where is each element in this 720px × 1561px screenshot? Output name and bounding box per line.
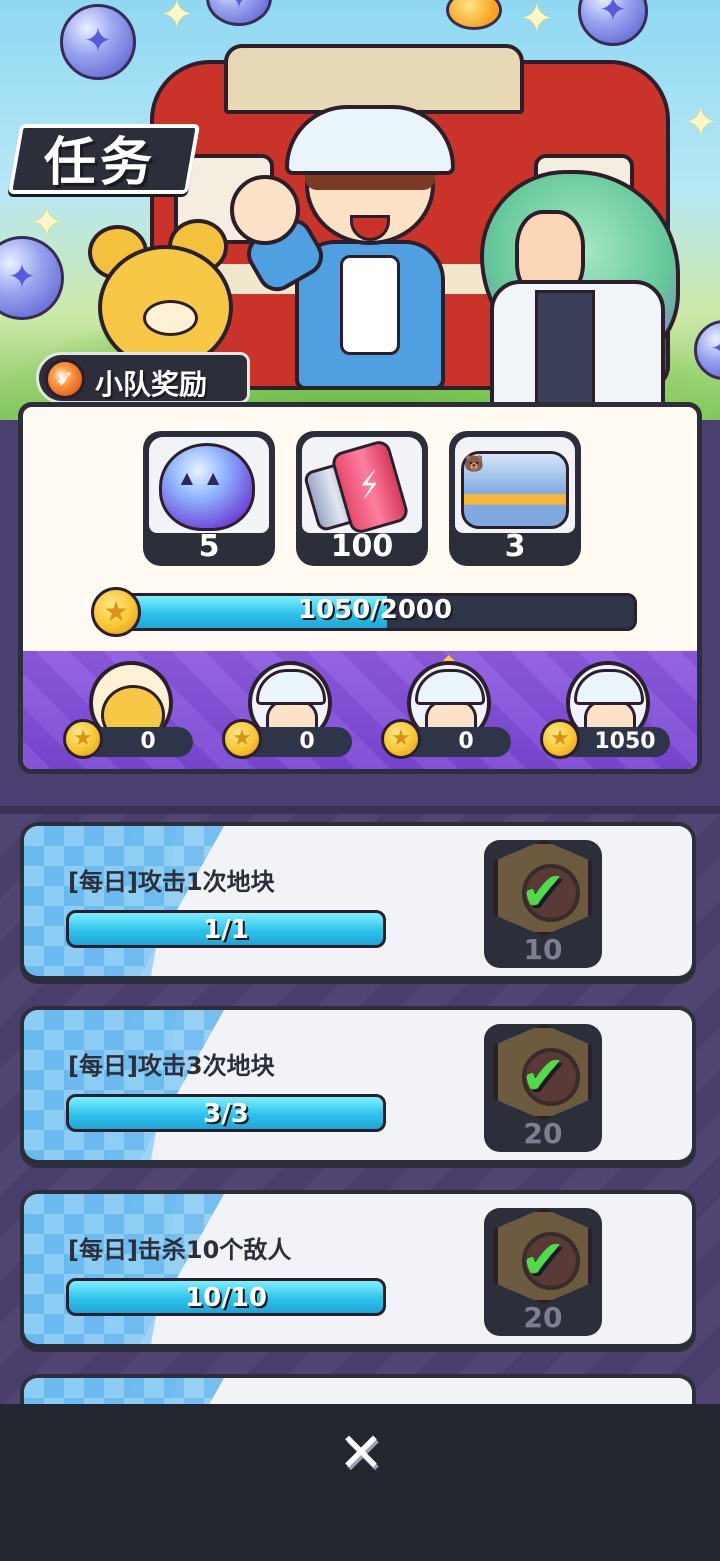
page-title: 任务 — [44, 133, 157, 193]
task-reward-amount: 20 — [523, 1117, 563, 1150]
reward-item-energy[interactable]: 100 — [296, 431, 428, 566]
team-member[interactable]: 1050 ★ — [540, 661, 670, 769]
panel-corner — [23, 407, 44, 428]
member-points: 0 — [140, 729, 156, 754]
team-reward-header: ➹ 小队奖励 — [36, 352, 250, 404]
star-bubble-icon — [578, 0, 648, 46]
checkmark-icon: ✔ — [520, 1228, 566, 1291]
task-progress-bar: 10/10 — [66, 1278, 386, 1316]
star-medal-icon: ★ — [91, 587, 141, 637]
task-list[interactable]: [每日]攻击1次地块 1/1 ✔ 10 [每日]攻击3次地块 3/3 ✔ 20 — [0, 806, 720, 1536]
member-points: 0 — [299, 729, 315, 754]
task-progress-text: 1/1 — [203, 915, 249, 945]
star-bubble-icon — [60, 4, 136, 80]
reward-count: 5 — [198, 529, 220, 564]
member-points: 1050 — [594, 729, 656, 754]
candy-icon — [446, 0, 502, 30]
task-title: [每日]攻击1次地块 — [68, 868, 275, 896]
panel-corner — [676, 407, 697, 428]
task-progress-text: 3/3 — [203, 1099, 249, 1129]
egg-capsule-icon — [159, 443, 255, 531]
lunch-box-icon — [461, 451, 569, 529]
reward-count: 100 — [330, 529, 394, 564]
star-medal-icon: ★ — [222, 719, 262, 759]
task-progress-text: 10/10 — [185, 1283, 267, 1313]
task-item: [每日]击杀10个敌人 10/10 ✔ 20 — [20, 1190, 696, 1352]
task-item: [每日]攻击3次地块 3/3 ✔ 20 — [20, 1006, 696, 1168]
team-member[interactable]: 0 ★ — [222, 661, 352, 769]
star-medal-icon: ★ — [381, 719, 421, 759]
sparkle-icon: ✦ — [160, 0, 194, 38]
task-claim-button[interactable]: ✔ 10 — [484, 840, 602, 968]
member-points: 0 — [458, 729, 474, 754]
star-medal-icon: ★ — [540, 719, 580, 759]
reward-item-box[interactable]: 3 — [449, 431, 581, 566]
task-claim-button[interactable]: ✔ 20 — [484, 1024, 602, 1152]
task-progress-bar: 3/3 — [66, 1094, 386, 1132]
team-member-self[interactable]: ◆ 0 ★ — [381, 649, 511, 769]
team-reward-icon: ➹ — [45, 359, 85, 399]
task-reward-amount: 10 — [523, 933, 563, 966]
reward-items: 5 100 3 — [143, 431, 593, 571]
task-item: [每日]攻击1次地块 1/1 ✔ 10 — [20, 822, 696, 984]
checkmark-icon: ✔ — [520, 1044, 566, 1107]
star-medal-icon: ★ — [63, 719, 103, 759]
task-reward-amount: 20 — [523, 1301, 563, 1334]
team-points-text: 1050/2000 — [297, 595, 453, 625]
bottom-bar: ✕ — [0, 1404, 720, 1561]
reward-count: 3 — [504, 529, 526, 564]
sparkle-icon: ✦ — [30, 200, 64, 246]
reward-item-egg[interactable]: 5 — [143, 431, 275, 566]
task-claim-button[interactable]: ✔ 20 — [484, 1208, 602, 1336]
checkmark-icon: ✔ — [520, 860, 566, 923]
task-title: [每日]攻击3次地块 — [68, 1052, 275, 1080]
sparkle-icon: ✦ — [520, 0, 554, 42]
panel-corner — [23, 748, 44, 769]
task-title: [每日]击杀10个敌人 — [68, 1236, 292, 1264]
team-points-bar: 1050/2000 ★ — [91, 587, 639, 637]
close-icon[interactable]: ✕ — [334, 1426, 388, 1480]
panel-corner — [676, 748, 697, 769]
sparkle-icon: ✦ — [684, 100, 718, 146]
team-members: 0 ★ 0 ★ ◆ 0 ★ 1050 ★ — [23, 649, 697, 769]
professor-character — [470, 170, 690, 420]
team-member[interactable]: 0 ★ — [63, 661, 193, 769]
team-reward-panel: 5 100 3 1050/2000 ★ 0 ★ 0 ★ — [18, 402, 702, 774]
star-bubble-icon — [206, 0, 272, 26]
team-reward-label: 小队奖励 — [95, 368, 208, 401]
task-progress-bar: 1/1 — [66, 910, 386, 948]
boy-character — [230, 105, 480, 405]
